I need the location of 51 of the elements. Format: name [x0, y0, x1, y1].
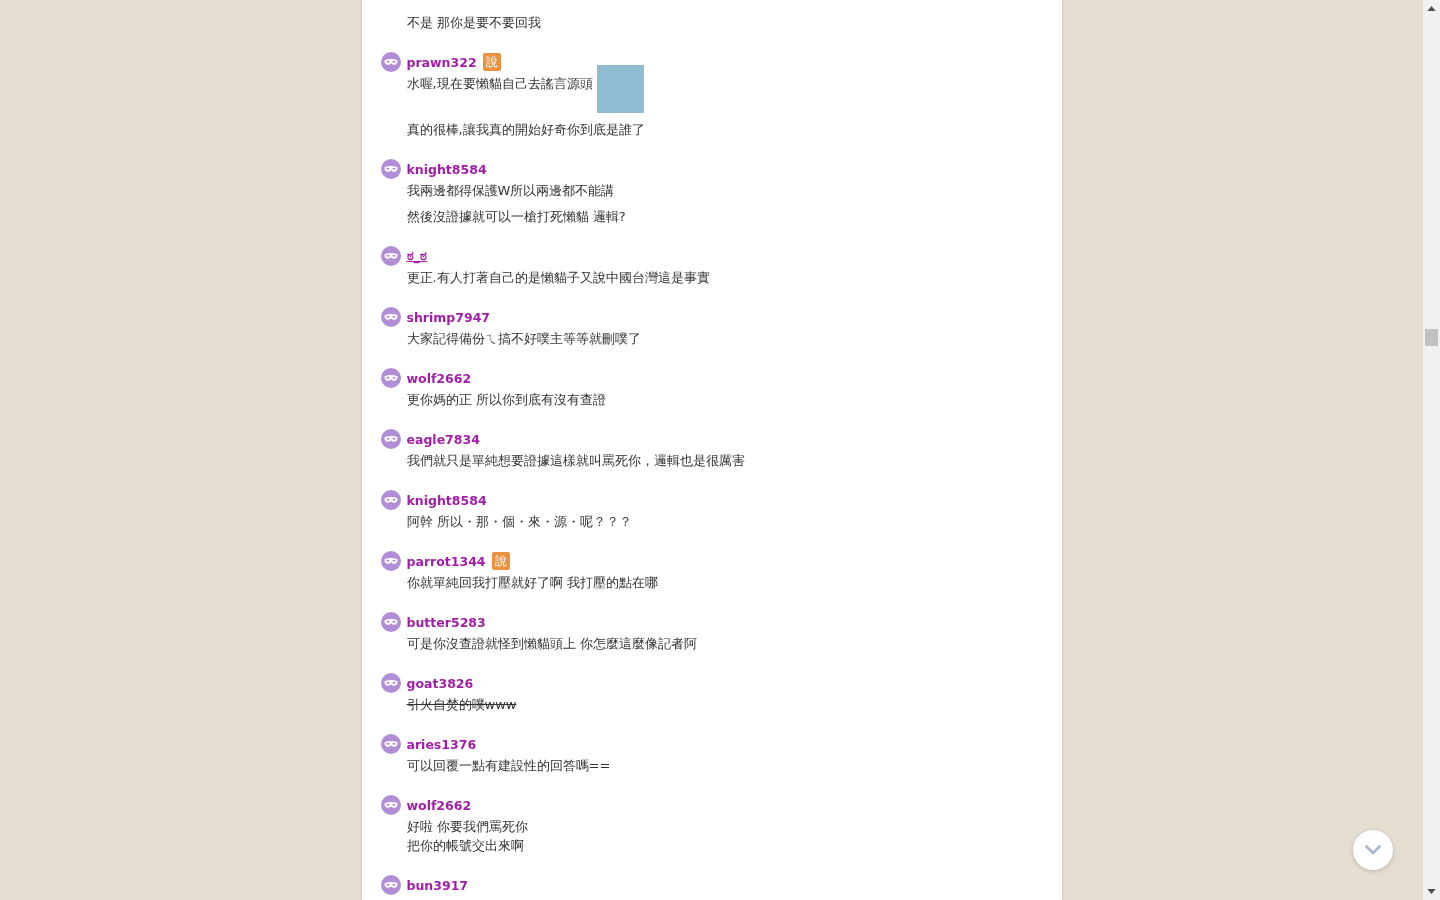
username-link[interactable]: butter5283: [406, 614, 486, 630]
comment-text: 可以回覆一點有建設性的回答嗎==: [406, 757, 611, 775]
comment-text: 真的很棒,讓我真的開始好奇你到底是誰了: [406, 121, 645, 139]
comment-text: 水喔,現在要懶貓自己去謠言源頭: [406, 75, 593, 93]
mask-avatar-icon: [380, 551, 401, 571]
comment-text: 可是你沒查證就怪到懶貓頭上 你怎麼這麼像記者阿: [406, 635, 697, 653]
username-link[interactable]: goat3826: [406, 675, 474, 691]
mask-avatar-icon: [380, 368, 401, 388]
mask-avatar-icon: [380, 307, 401, 327]
username-link[interactable]: eagle7834: [406, 431, 480, 447]
mask-avatar-icon: [380, 612, 401, 632]
scroll-down-icon[interactable]: [1427, 889, 1436, 894]
comment-text: 你就單純回我打壓就好了啊 我打壓的點在哪: [406, 574, 658, 592]
comment-text: 我們就只是單純想要證據這樣就叫罵死你，邏輯也是很厲害: [406, 452, 745, 470]
scroll-thumb[interactable]: [1425, 329, 1438, 346]
username-link[interactable]: wolf2662: [406, 370, 472, 386]
username-link[interactable]: aries1376: [406, 736, 477, 752]
username-link[interactable]: knight8584: [406, 161, 487, 177]
photo-placeholder: [596, 65, 644, 113]
comment-text: 引火自焚的噗www: [406, 696, 517, 714]
comment-text: 我兩邊都得保護W所以兩邊都不能講: [406, 182, 615, 200]
username-link[interactable]: ಠ_ಠ: [406, 248, 427, 264]
mask-avatar-icon: [380, 673, 401, 693]
username-link[interactable]: shrimp7947: [406, 309, 491, 325]
username-link[interactable]: bun3917: [406, 877, 469, 893]
comment-text: 不是 那你是要不要回我: [406, 14, 541, 32]
comment-text: 把你的帳號交出來啊: [406, 837, 524, 855]
comment-text: 好啦 你要我們罵死你: [406, 818, 528, 836]
comment-text: 阿幹 所以・那・個・來・源・呢？？？: [406, 513, 632, 531]
mask-avatar-icon: [380, 734, 401, 754]
username-link[interactable]: parrot1344: [406, 553, 486, 569]
comment-text: 更你媽的正 所以你到底有沒有查證: [406, 391, 606, 409]
mask-avatar-icon: [380, 490, 401, 510]
mask-avatar-icon: [380, 429, 401, 449]
mask-avatar-icon: [380, 875, 401, 895]
username-link[interactable]: prawn322: [406, 54, 477, 70]
comment-text: 大家記得備份ㄟ搞不好噗主等等就刪噗了: [406, 330, 641, 348]
username-link[interactable]: knight8584: [406, 492, 487, 508]
mask-avatar-icon: [380, 246, 401, 266]
comment-text: 然後沒證據就可以一槍打死懶貓 邏輯?: [406, 208, 626, 226]
mask-avatar-icon: [380, 159, 401, 179]
comment-text: 更正.有人打著自己的是懶貓子又說中國台灣這是事實: [406, 269, 710, 287]
scroll-to-bottom-button[interactable]: [1353, 830, 1393, 870]
chevron-down-icon: [1365, 845, 1381, 855]
speaker-badge: 說: [482, 53, 501, 71]
username-link[interactable]: wolf2662: [406, 797, 472, 813]
scroll-up-icon[interactable]: [1427, 6, 1436, 11]
mask-avatar-icon: [380, 52, 401, 72]
scrollbar[interactable]: [1423, 0, 1440, 900]
speaker-badge: 說: [491, 552, 510, 570]
mask-avatar-icon: [380, 795, 401, 815]
